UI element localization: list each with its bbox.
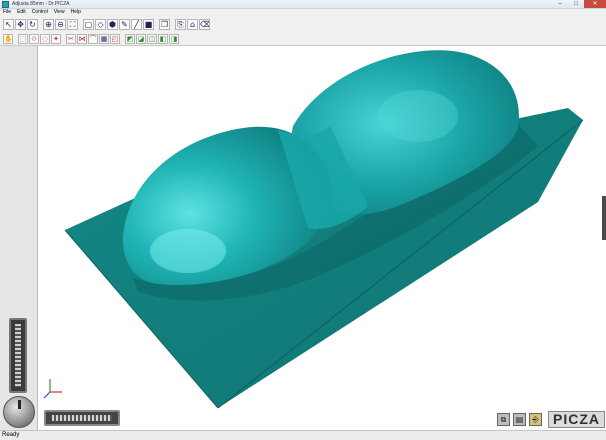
exit-icon[interactable]: ⎆ xyxy=(529,413,542,426)
model-render xyxy=(64,50,584,409)
surface-tool-icon[interactable]: ■ xyxy=(143,18,154,30)
layer-tool-icon[interactable]: ❐ xyxy=(159,18,170,30)
window-title: Adjusta 85mm - Dr.PICZA xyxy=(12,1,70,7)
3d-viewport[interactable] xyxy=(38,46,606,430)
maximize-button[interactable]: □ xyxy=(568,0,584,8)
view-side-tool-icon[interactable]: ◫ xyxy=(147,33,157,44)
vertical-zoom-slider[interactable] xyxy=(9,318,27,393)
box-tool-icon[interactable]: ▢ xyxy=(83,18,94,30)
menu-help[interactable]: Help xyxy=(71,9,81,16)
select-magic-tool-icon[interactable]: ✦ xyxy=(51,33,61,44)
menu-control[interactable]: Control xyxy=(32,9,48,16)
zoom-fit-tool-icon[interactable]: ⛶ xyxy=(67,18,78,30)
hand-tool-icon[interactable]: ✋ xyxy=(3,33,13,44)
mirror-tool-icon[interactable]: ⋈ xyxy=(77,33,87,44)
zoom-in-tool-icon[interactable]: ⊕ xyxy=(43,18,54,30)
menu-file[interactable]: File xyxy=(3,9,11,16)
move-tool-icon[interactable]: ✥ xyxy=(15,18,26,30)
bottom-toolbar: ⧉ ▤ ⎆ xyxy=(497,413,542,426)
rotate-tool-icon[interactable]: ↻ xyxy=(27,18,38,30)
copy-tool-icon[interactable]: ⎘ xyxy=(175,18,186,30)
status-bar: Ready xyxy=(0,430,606,440)
app-icon xyxy=(2,1,9,8)
shade-tool-icon[interactable]: ⬢ xyxy=(107,18,118,30)
close-button[interactable]: ✕ xyxy=(584,0,606,8)
rear-highlight xyxy=(378,90,458,142)
cut-tool-icon[interactable]: ✂ xyxy=(66,33,76,44)
stamp-tool-icon[interactable]: ⌂ xyxy=(187,18,198,30)
axis-gizmo-icon xyxy=(43,379,62,399)
selection-toolbar: ✋ ⬚ ⟐ ◌ ✦ ✂ ⋈ ⌒ ▦ ◰ ◩ ◪ ◫ ◧ ◨ xyxy=(0,32,606,46)
eraser-tool-icon[interactable]: ⌫ xyxy=(199,18,210,30)
wireframe-tool-icon[interactable]: ◇ xyxy=(95,18,106,30)
arc-tool-icon[interactable]: ⌒ xyxy=(88,33,98,44)
brush-tool-icon[interactable]: ╱ xyxy=(131,18,142,30)
frame-tool-icon[interactable]: ◰ xyxy=(110,33,120,44)
minimize-button[interactable]: – xyxy=(552,0,568,8)
view-iso-tool-icon[interactable]: ◧ xyxy=(158,33,168,44)
menu-edit[interactable]: Edit xyxy=(17,9,26,16)
picza-logo: PICZA xyxy=(548,411,605,428)
view-top-tool-icon[interactable]: ◪ xyxy=(136,33,146,44)
select-lasso-tool-icon[interactable]: ◌ xyxy=(40,33,50,44)
right-edge-handle[interactable] xyxy=(602,196,606,240)
grid-tool-icon[interactable]: ▦ xyxy=(99,33,109,44)
pointer-tool-icon[interactable]: ↖ xyxy=(3,18,14,30)
select-poly-tool-icon[interactable]: ⟐ xyxy=(29,33,39,44)
zoom-out-tool-icon[interactable]: ⊖ xyxy=(55,18,66,30)
front-highlight xyxy=(150,229,226,273)
menu-bar: File Edit Control View Help xyxy=(0,9,606,16)
snapshot-icon[interactable]: ⧉ xyxy=(497,413,510,426)
menu-view[interactable]: View xyxy=(54,9,65,16)
horizontal-slider-track[interactable] xyxy=(52,415,112,421)
vertical-slider-track[interactable] xyxy=(15,324,21,387)
main-toolbar: ↖✥↻ ⊕⊖⛶ ▢◇⬢✎╱■ ❐ ⎘⌂⌫ xyxy=(0,16,606,32)
title-bar: Adjusta 85mm - Dr.PICZA – □ ✕ xyxy=(0,0,606,9)
paint-tool-icon[interactable]: ✎ xyxy=(119,18,130,30)
layers-icon[interactable]: ▤ xyxy=(513,413,526,426)
view-back-tool-icon[interactable]: ◨ xyxy=(169,33,179,44)
status-text: Ready xyxy=(2,432,20,438)
view-front-tool-icon[interactable]: ◩ xyxy=(125,33,135,44)
select-rect-tool-icon[interactable]: ⬚ xyxy=(18,33,28,44)
rotation-knob[interactable] xyxy=(3,396,35,428)
knob-indicator xyxy=(18,400,21,409)
horizontal-scroll-slider[interactable] xyxy=(44,410,120,426)
